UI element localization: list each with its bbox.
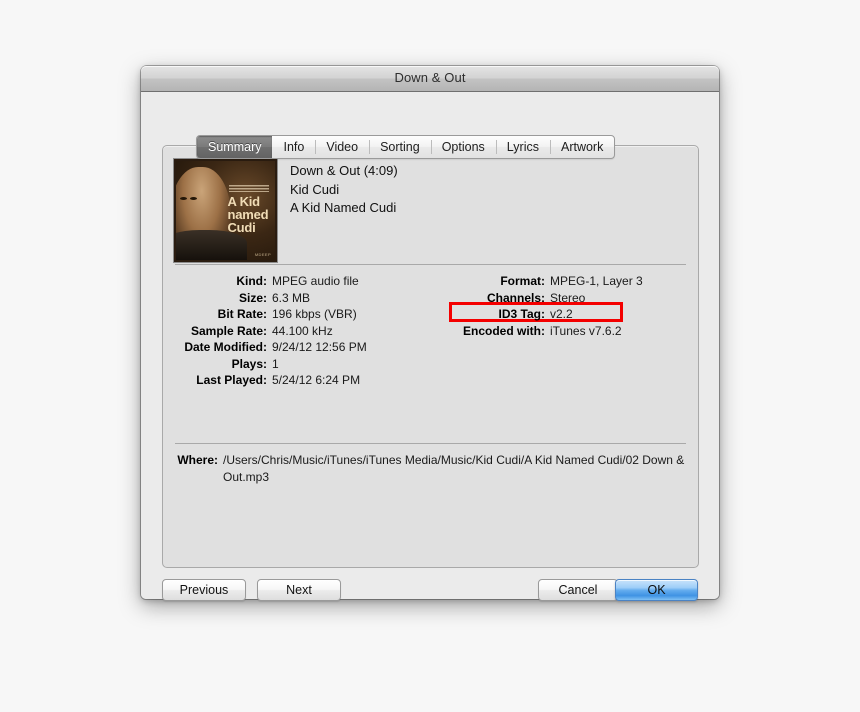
- detail-row: Channels: Stereo: [439, 290, 698, 307]
- detail-value: 1: [272, 356, 279, 371]
- detail-row: Bit Rate: 196 kbps (VBR): [163, 306, 439, 323]
- media-titles: Down & Out (4:09) Kid Cudi A Kid Named C…: [290, 158, 398, 218]
- detail-row: Kind: MPEG audio file: [163, 273, 439, 290]
- tab-artwork[interactable]: Artwork: [549, 136, 614, 158]
- artwork-presents-text: [229, 184, 270, 192]
- dialog-body: Summary Info Video Sorting Options Lyrics Artw…: [141, 92, 719, 601]
- song-info-dialog: Down & Out Summary Info Video Sorting Option…: [141, 66, 719, 601]
- separator-top: [175, 264, 686, 265]
- ok-button[interactable]: OK: [615, 579, 698, 601]
- detail-row: Format: MPEG-1, Layer 3: [439, 273, 698, 290]
- detail-value: 5/24/12 6:24 PM: [272, 373, 361, 387]
- detail-value: MPEG audio file: [272, 274, 359, 288]
- artwork-shoulders: [176, 230, 248, 260]
- artwork-title-text: A Kid named Cudi: [227, 195, 273, 234]
- detail-label: Bit Rate:: [217, 307, 267, 321]
- file-location-row: Where: /Users/Chris/Music/iTunes/iTunes …: [163, 452, 686, 485]
- detail-label: Plays:: [231, 356, 267, 371]
- detail-label: Format:: [500, 274, 545, 288]
- detail-value: Stereo: [550, 290, 586, 305]
- tab-info[interactable]: Info: [272, 136, 315, 158]
- detail-value: iTunes v7.6.2: [550, 323, 622, 338]
- track-title: Down & Out (4:09): [290, 163, 398, 178]
- detail-label: Channels:: [486, 290, 545, 305]
- track-album: A Kid Named Cudi: [290, 200, 397, 215]
- details-column-left: Kind: MPEG audio file Size: 6.3 MB Bit Rate:…: [163, 273, 439, 389]
- detail-value: v2.2: [550, 307, 573, 321]
- artwork-title-line2: named: [227, 206, 269, 222]
- detail-row: Encoded with: iTunes v7.6.2: [439, 323, 698, 340]
- tab-sorting[interactable]: Sorting: [369, 136, 431, 158]
- detail-row: Last Played: 5/24/12 6:24 PM: [163, 372, 439, 389]
- detail-value: 44.100 kHz: [272, 323, 333, 338]
- summary-panel: A Kid named Cudi MDEEP Down & Out (4:09)…: [162, 145, 699, 568]
- file-location-label: Where:: [177, 453, 218, 467]
- detail-label: ID3 Tag:: [498, 307, 545, 321]
- detail-label: Kind:: [236, 274, 267, 288]
- detail-label: Size:: [238, 290, 267, 305]
- tab-bar: Summary Info Video Sorting Options Lyrics Artw…: [196, 135, 616, 159]
- detail-label: Sample Rate:: [190, 323, 267, 338]
- dialog-buttons: Previous Next Cancel OK: [162, 579, 698, 601]
- detail-value: 6.3 MB: [272, 290, 311, 305]
- previous-button[interactable]: Previous: [162, 579, 246, 601]
- details-column-right: Format: MPEG-1, Layer 3 Channels: Stereo ID3…: [439, 273, 698, 339]
- detail-label: Last Played:: [196, 373, 267, 387]
- detail-row: ID3 Tag: v2.2: [439, 306, 698, 323]
- artwork-label-text: MDEEP: [254, 252, 272, 258]
- detail-row: Size: 6.3 MB: [163, 290, 439, 307]
- detail-value: 196 kbps (VBR): [272, 307, 357, 321]
- screen: Down & Out Summary Info Video Sorting Option…: [0, 0, 860, 712]
- detail-value: MPEG-1, Layer 3: [550, 274, 643, 288]
- window-title: Down & Out: [394, 70, 466, 85]
- detail-row: Date Modified: 9/24/12 12:56 PM: [163, 339, 439, 356]
- detail-row: Sample Rate: 44.100 kHz: [163, 323, 439, 340]
- tab-lyrics[interactable]: Lyrics: [495, 136, 550, 158]
- artwork-eye-left: [180, 196, 188, 200]
- detail-label: Date Modified:: [184, 340, 267, 354]
- artwork-title-line3: Cudi: [227, 219, 256, 235]
- cancel-button[interactable]: Cancel: [538, 579, 618, 601]
- tab-options[interactable]: Options: [430, 136, 496, 158]
- tab-video[interactable]: Video: [315, 136, 369, 158]
- separator-bottom: [175, 443, 686, 444]
- artwork-title-line1: A Kid: [227, 193, 260, 209]
- track-artist: Kid Cudi: [290, 181, 340, 197]
- detail-value: 9/24/12 12:56 PM: [272, 340, 367, 354]
- window-titlebar[interactable]: Down & Out: [141, 66, 719, 92]
- detail-label: Encoded with:: [463, 323, 545, 338]
- album-artwork-image: A Kid named Cudi MDEEP: [176, 161, 275, 260]
- media-header: A Kid named Cudi MDEEP Down & Out (4:09)…: [173, 158, 398, 263]
- tab-summary[interactable]: Summary: [197, 136, 273, 158]
- file-location-value: /Users/Chris/Music/iTunes/iTunes Media/M…: [223, 453, 685, 484]
- album-artwork[interactable]: A Kid named Cudi MDEEP: [173, 158, 278, 263]
- artwork-eye-right: [190, 196, 198, 200]
- next-button[interactable]: Next: [257, 579, 341, 601]
- detail-row: Plays: 1: [163, 356, 439, 373]
